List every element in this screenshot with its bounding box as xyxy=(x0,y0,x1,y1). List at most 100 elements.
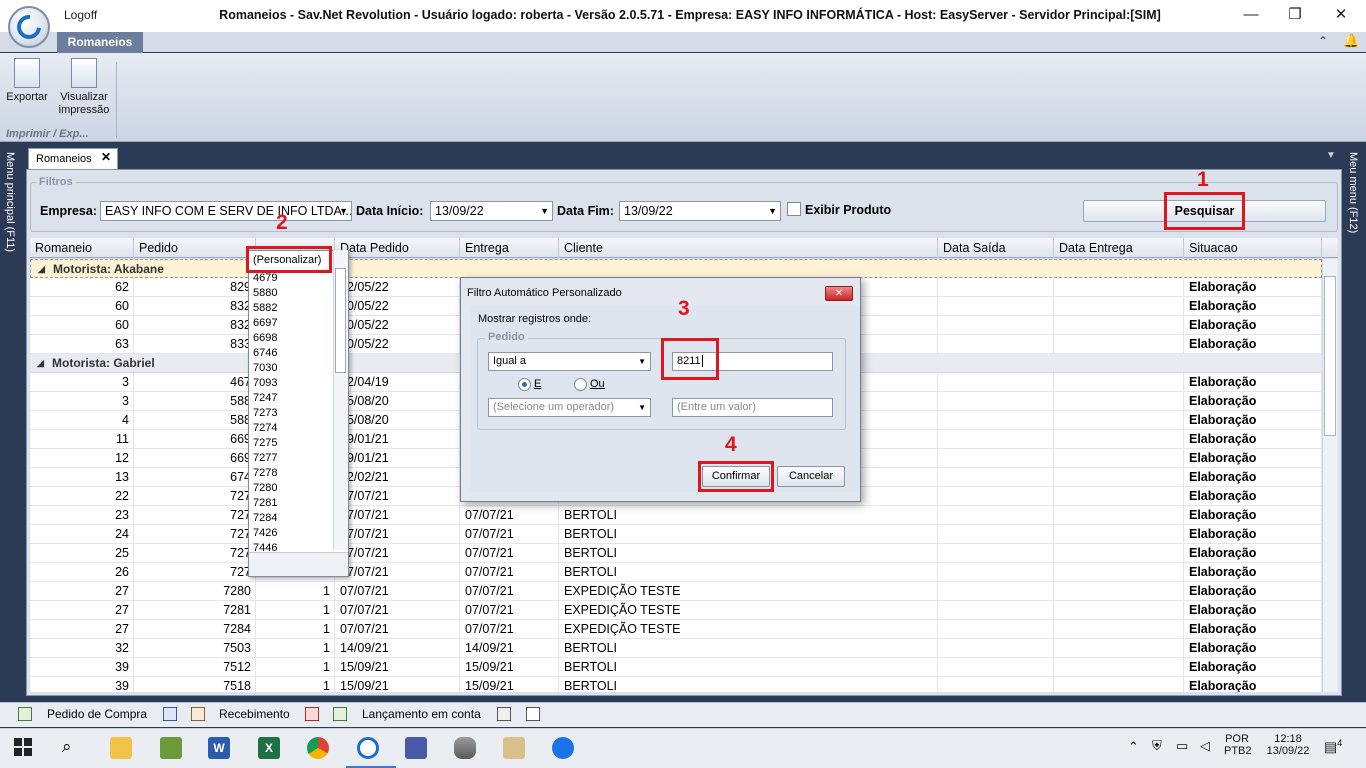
dialog-close-button[interactable]: ✕ xyxy=(825,286,853,301)
table-row[interactable]: 32 7503 1 14/09/21 14/09/21 BERTOLI Elaboração xyxy=(30,639,1322,658)
operator1-select[interactable]: Igual a ▼ xyxy=(488,352,651,371)
dropdown-item[interactable]: 6698 xyxy=(253,331,277,346)
lancamento-icon[interactable] xyxy=(333,707,347,721)
logoff-link[interactable]: Logoff xyxy=(64,8,97,22)
teamviewer-icon[interactable] xyxy=(552,737,574,759)
barcode-icon[interactable] xyxy=(497,707,511,721)
close-tab-icon[interactable]: ✕ xyxy=(101,150,111,164)
col-romaneio[interactable]: Romaneio xyxy=(30,238,134,258)
database-icon[interactable] xyxy=(454,737,476,759)
col-data-pedido[interactable]: Data Pedido xyxy=(335,238,460,258)
paint-icon[interactable] xyxy=(503,737,525,759)
table-row[interactable]: 27 7280 1 07/07/21 07/07/21 EXPEDIÇÃO TESTE El… xyxy=(30,582,1322,601)
exibir-produto-checkbox[interactable] xyxy=(787,202,801,216)
meu-menu-panel[interactable]: Meu menu (F12) xyxy=(1342,142,1366,702)
empresa-select[interactable]: EASY INFO COM E SERV DE INFO LTDA... ▼ xyxy=(100,201,352,221)
pedido-compra-icon[interactable] xyxy=(18,707,32,721)
minimize-button[interactable]: — xyxy=(1236,4,1266,26)
data-inicio-picker[interactable]: 13/09/22 ▼ xyxy=(430,201,553,221)
cell-data-pedido: 10/05/22 xyxy=(335,316,460,335)
col-data-entrega[interactable]: Data Entrega xyxy=(1054,238,1184,258)
col-cliente[interactable]: Cliente xyxy=(559,238,938,258)
dropdown-item[interactable]: 7274 xyxy=(253,421,277,436)
col-situacao[interactable]: Situacao xyxy=(1184,238,1322,258)
dropdown-item[interactable]: 7426 xyxy=(253,526,277,541)
dropdown-item[interactable]: 4679 xyxy=(253,271,277,286)
group-row-akabane[interactable]: ◢ Motorista: Akabane xyxy=(30,259,1322,278)
table-row[interactable]: 25 727 07/07/21 07/07/21 BERTOLI Elaboração xyxy=(30,544,1322,563)
col-pedido[interactable]: Pedido xyxy=(134,238,256,258)
cancelar-button[interactable]: Cancelar xyxy=(777,466,845,487)
table-row[interactable]: 39 7518 1 15/09/21 15/09/21 BERTOLI Elaboração xyxy=(30,677,1322,692)
dropdown-item[interactable]: 7281 xyxy=(253,496,277,511)
ribbon-collapse-icon[interactable]: ⌃ xyxy=(1318,34,1328,48)
dropdown-item[interactable]: 7247 xyxy=(253,391,277,406)
security-shield-icon[interactable]: ⛨ xyxy=(1152,738,1162,754)
table-row[interactable]: 26 727 07/07/21 07/07/21 BERTOLI Elaboração xyxy=(30,563,1322,582)
ribbon-tab-romaneios[interactable]: Romaneios xyxy=(57,32,143,53)
savnet-app-icon[interactable] xyxy=(357,737,379,759)
language-indicator[interactable]: POR PTB2 xyxy=(1224,733,1252,757)
exportar-button[interactable]: Exportar xyxy=(4,58,50,104)
windows-start-icon[interactable] xyxy=(14,738,32,756)
operator2-select[interactable]: (Selecione um operador) ▼ xyxy=(488,398,651,417)
cell-situacao: Elaboração xyxy=(1184,544,1322,563)
col-entrega[interactable]: Entrega xyxy=(460,238,559,258)
table-row[interactable]: 39 7512 1 15/09/21 15/09/21 BERTOLI Elaboração xyxy=(30,658,1322,677)
dropdown-scroll-thumb[interactable] xyxy=(335,268,346,373)
add-document-icon[interactable] xyxy=(163,707,177,721)
col-data-saida[interactable]: Data Saída xyxy=(938,238,1054,258)
dropdown-item[interactable]: 7278 xyxy=(253,466,277,481)
report-icon[interactable] xyxy=(305,707,319,721)
dropdown-item[interactable]: 7284 xyxy=(253,511,277,526)
dropdown-item[interactable]: 7277 xyxy=(253,451,277,466)
chrome-icon[interactable] xyxy=(307,737,329,759)
dropdown-item[interactable]: 7030 xyxy=(253,361,277,376)
table-row[interactable]: 27 7284 1 07/07/21 07/07/21 EXPEDIÇÃO TESTE El… xyxy=(30,620,1322,639)
menu-principal-panel[interactable]: Menu principal (F11) xyxy=(0,142,24,702)
word-icon[interactable]: W xyxy=(208,737,230,759)
dropdown-item[interactable]: 7093 xyxy=(253,376,277,391)
notification-bell-icon[interactable]: 🔔 xyxy=(1343,33,1359,49)
recebimento-icon[interactable] xyxy=(191,707,205,721)
value2-input[interactable]: (Entre um valor) xyxy=(672,398,833,417)
close-window-button[interactable]: ✕ xyxy=(1326,4,1356,26)
dropdown-item[interactable]: 7280 xyxy=(253,481,277,496)
dropdown-item[interactable]: 5882 xyxy=(253,301,277,316)
dropdown-item[interactable]: 6697 xyxy=(253,316,277,331)
notification-center-icon[interactable]: ▤4 xyxy=(1324,738,1342,756)
network-icon[interactable]: ▭ xyxy=(1176,738,1188,754)
dropdown-item[interactable]: 6746 xyxy=(253,346,277,361)
file-explorer-icon[interactable] xyxy=(110,737,132,759)
radio-ou[interactable] xyxy=(574,378,587,391)
visualizar-impressao-button[interactable]: Visualizar impressão xyxy=(56,58,112,117)
clock[interactable]: 12:18 13/09/22 xyxy=(1260,733,1316,757)
app-window-icon[interactable] xyxy=(405,737,427,759)
dropdown-resize-footer[interactable] xyxy=(249,552,348,576)
statusbar-recebimento[interactable]: Recebimento xyxy=(219,707,290,721)
document-icon[interactable] xyxy=(526,707,540,721)
volume-icon[interactable]: ◁ xyxy=(1200,738,1210,754)
collapse-triangle-icon[interactable]: ◢ xyxy=(37,354,44,372)
dropdown-item[interactable]: 7275 xyxy=(253,436,277,451)
data-fim-picker[interactable]: 13/09/22 ▼ xyxy=(619,201,781,221)
clock-time: 12:18 xyxy=(1274,733,1302,745)
dropdown-item[interactable]: 5880 xyxy=(253,286,277,301)
radio-e[interactable] xyxy=(518,378,531,391)
table-row[interactable]: 24 727 07/07/21 07/07/21 BERTOLI Elaboração xyxy=(30,525,1322,544)
app-logo-icon[interactable] xyxy=(8,6,50,48)
collapse-triangle-icon[interactable]: ◢ xyxy=(38,260,45,278)
tray-chevron-up-icon[interactable]: ⌃ xyxy=(1128,739,1139,755)
cell-cliente: EXPEDIÇÃO TESTE xyxy=(559,582,938,601)
table-row[interactable]: 23 727 07/07/21 07/07/21 BERTOLI Elaboração xyxy=(30,506,1322,525)
tab-list-dropdown-icon[interactable]: ▼ xyxy=(1326,150,1336,161)
statusbar-lancamento-conta[interactable]: Lançamento em conta xyxy=(362,707,481,721)
table-row[interactable]: 27 7281 1 07/07/21 07/07/21 EXPEDIÇÃO TESTE El… xyxy=(30,601,1322,620)
grid-scroll-thumb[interactable] xyxy=(1324,276,1336,436)
restore-button[interactable]: ❐ xyxy=(1280,4,1310,26)
dropdown-item[interactable]: 7273 xyxy=(253,406,277,421)
notepad-app-icon[interactable] xyxy=(160,737,182,759)
search-icon[interactable]: ⌕ xyxy=(62,737,72,757)
statusbar-pedido-compra[interactable]: Pedido de Compra xyxy=(47,707,147,721)
excel-icon[interactable]: X xyxy=(258,737,280,759)
